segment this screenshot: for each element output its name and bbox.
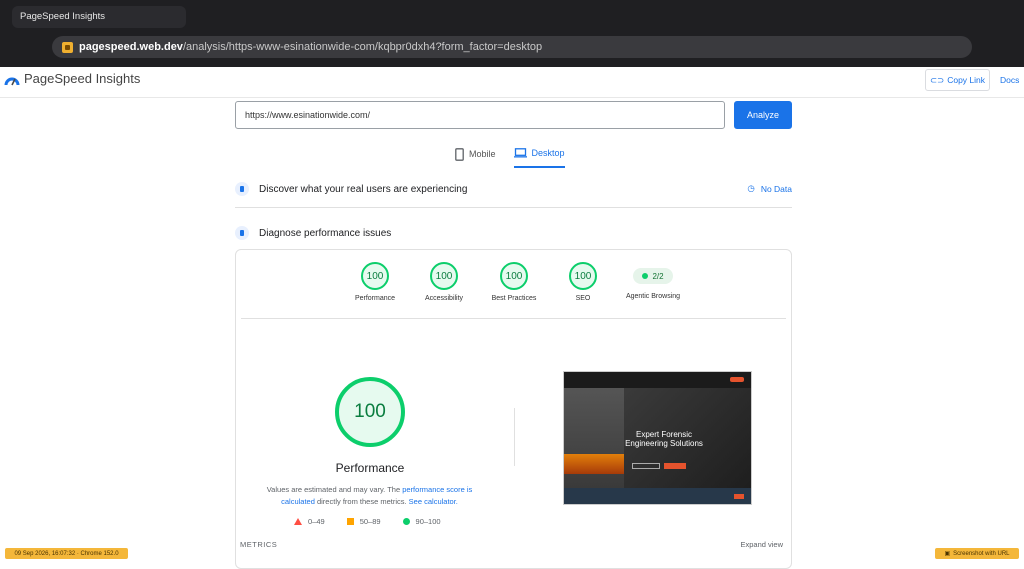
diagnose-icon (235, 226, 249, 240)
gauges-divider (241, 318, 786, 319)
screenshot-nav (564, 372, 751, 388)
final-screenshot[interactable]: Expert Forensic Engineering Solutions (563, 371, 752, 505)
score-gauges: 100 Performance 100 Accessibility 100 Be… (350, 262, 690, 312)
performance-title: Performance (335, 461, 405, 475)
legend-fail: 0–49 (294, 517, 325, 526)
desktop-icon (513, 148, 527, 158)
browser-tab[interactable]: PageSpeed Insights (12, 6, 186, 28)
gauge-performance[interactable]: 100 Performance (345, 262, 405, 302)
legend-pass: 90–100 (402, 517, 441, 526)
pass-circle-icon (402, 518, 410, 525)
score-legend: 0–49 50–89 90–100 (294, 517, 441, 526)
section-divider (235, 207, 792, 208)
camera-icon: ▣ (944, 551, 951, 557)
legend-average: 50–89 (346, 517, 381, 526)
no-data-indicator[interactable]: ◷ No Data (747, 183, 792, 194)
gauge-seo[interactable]: 100 SEO (553, 262, 613, 302)
calculator-link[interactable]: See calculator. (409, 497, 458, 506)
timestamp-stamp: 09 Sep 2026, 16:07:32 · Chrome 152.0 (5, 548, 128, 559)
real-users-section: Discover what your real users are experi… (235, 177, 792, 201)
info-icon: ◷ (747, 183, 755, 193)
address-bar[interactable]: pagespeed.web.dev/analysis/https-www-esi… (52, 36, 972, 58)
metrics-header: METRICS Expand view (240, 540, 783, 549)
gauge-best-practices[interactable]: 100 Best Practices (484, 262, 544, 302)
copy-link-button[interactable]: ⊂⊃ Copy Link (925, 69, 990, 91)
average-square-icon (346, 518, 354, 525)
screenshot-url-stamp: ▣ Screenshot with URL (935, 548, 1019, 559)
url-input[interactable]: https://www.esinationwide.com/ (235, 101, 725, 129)
fail-triangle-icon (294, 518, 302, 525)
values-note: Values are estimated and may vary. The p… (266, 485, 473, 506)
site-favicon-icon (62, 41, 73, 53)
link-icon: ⊂⊃ (929, 74, 945, 85)
expand-view-toggle[interactable]: Expand view (740, 540, 783, 549)
tab-mobile[interactable]: Mobile (455, 146, 496, 168)
device-tabs: Mobile Desktop (455, 146, 565, 168)
app-header: PageSpeed Insights ⊂⊃ Copy Link Docs (0, 67, 1024, 98)
pagespeed-logo-icon (4, 77, 20, 86)
screenshot-cookie-bar (564, 488, 751, 504)
screenshot-headline: Expert Forensic Engineering Solutions (625, 430, 703, 448)
pass-dot-icon (642, 273, 649, 279)
gauge-agentic-browsing[interactable]: 2/2 Agentic Browsing (623, 262, 683, 300)
tab-desktop[interactable]: Desktop (513, 146, 565, 168)
browser-chrome: PageSpeed Insights pagespeed.web.dev/ana… (0, 0, 1024, 67)
diagnose-section: Diagnose performance issues (235, 221, 792, 245)
users-icon (235, 182, 249, 196)
url-text: pagespeed.web.dev/analysis/https-www-esi… (79, 41, 543, 53)
vertical-divider (514, 408, 515, 466)
performance-score-gauge: 100 (335, 377, 405, 447)
brand-title: PageSpeed Insights (24, 71, 141, 86)
gauge-accessibility[interactable]: 100 Accessibility (414, 262, 474, 302)
mobile-icon (455, 147, 464, 161)
docs-link[interactable]: Docs (1000, 75, 1019, 85)
analyze-button[interactable]: Analyze (734, 101, 792, 129)
